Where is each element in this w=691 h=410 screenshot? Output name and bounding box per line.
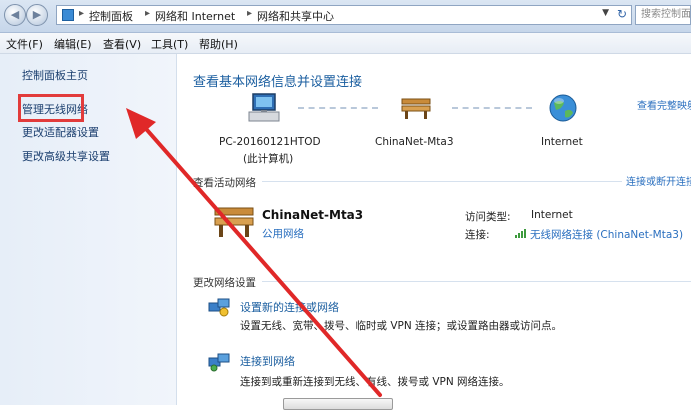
annotation-arrow [126, 108, 382, 397]
